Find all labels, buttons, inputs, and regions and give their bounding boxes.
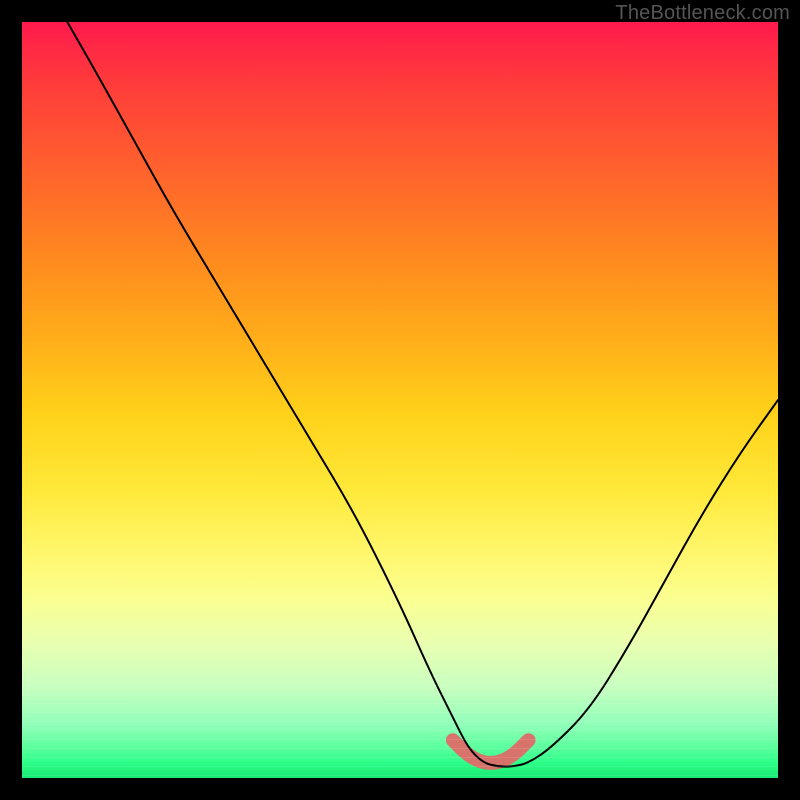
trough-highlight: [453, 740, 529, 763]
plot-area: [22, 22, 778, 778]
chart-container: TheBottleneck.com: [0, 0, 800, 800]
bottleneck-curve: [67, 22, 778, 767]
curve-svg: [22, 22, 778, 778]
